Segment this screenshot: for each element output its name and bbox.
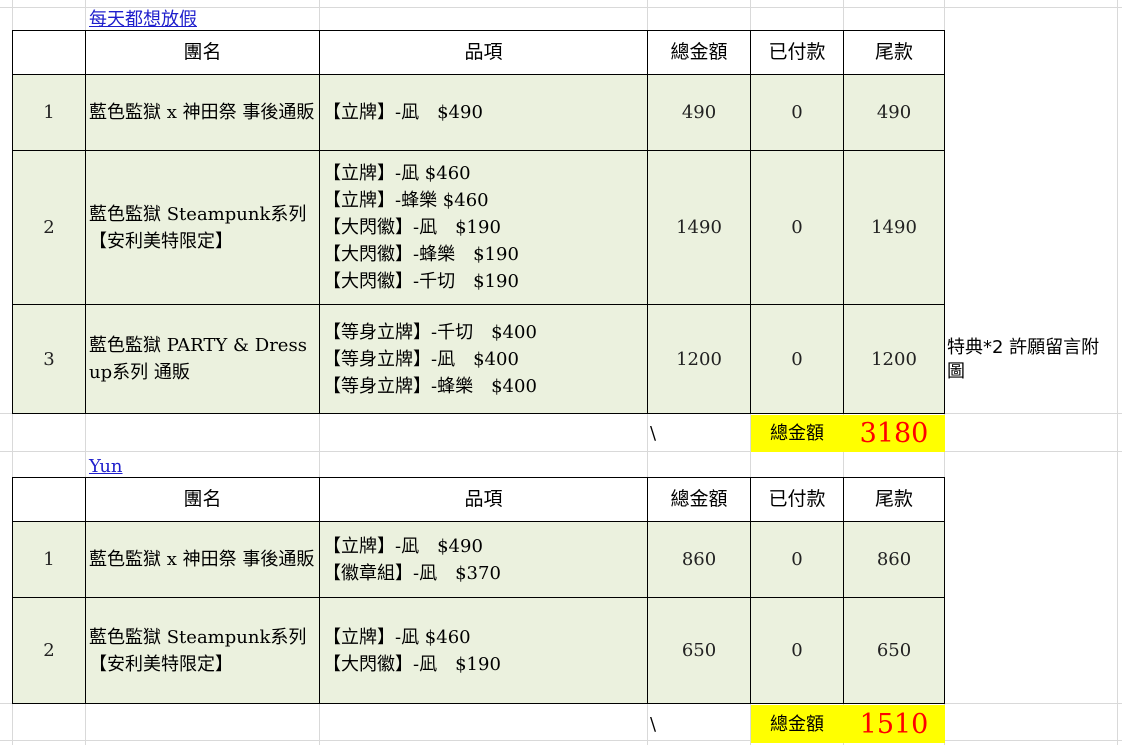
table2-header-items[interactable]: 品項 xyxy=(319,477,648,522)
table1-row1-balance[interactable]: 490 xyxy=(843,74,945,151)
table1-header-balance[interactable]: 尾款 xyxy=(843,30,945,75)
table1-header-items[interactable]: 品項 xyxy=(319,30,648,75)
table1-row3-note[interactable]: 特典*2 許願留言附圖 xyxy=(947,336,1117,392)
table2-header-balance[interactable]: 尾款 xyxy=(843,477,945,522)
table1-total-label[interactable]: 總金額 xyxy=(751,415,843,452)
item-line: 【立牌】-凪 $490 xyxy=(323,535,483,557)
table1-row2-items[interactable]: 【立牌】-凪 $460 【立牌】-蜂樂 $460 【大閃徽】-凪 $190 【大… xyxy=(319,150,648,305)
item-line: 【大閃徽】-蜂樂 $190 xyxy=(323,244,519,265)
table2-row1-items[interactable]: 【立牌】-凪 $490 【徽章組】-凪 $370 xyxy=(319,521,648,598)
table1-header-no[interactable] xyxy=(12,30,86,75)
table1-row1-items[interactable]: 【立牌】-凪 $490 xyxy=(319,74,648,151)
table2-row2-no[interactable]: 2 xyxy=(12,597,86,704)
item-line: 【立牌】-凪 $460 xyxy=(323,626,471,648)
table1-row3-paid[interactable]: 0 xyxy=(750,304,844,414)
item-line: 【立牌】-凪 $460 xyxy=(323,163,471,184)
table1-header-group[interactable]: 團名 xyxy=(85,30,320,75)
item-line: 【等身立牌】-蜂樂 $400 xyxy=(323,375,537,397)
item-line: 【大閃徽】-凪 $190 xyxy=(323,217,501,238)
table1-row3-total[interactable]: 1200 xyxy=(647,304,751,414)
table2-header-group[interactable]: 團名 xyxy=(85,477,320,522)
table1-row1-no[interactable]: 1 xyxy=(12,74,86,151)
table1-total-value[interactable]: 3180 xyxy=(843,415,945,452)
table2-row1-total[interactable]: 860 xyxy=(647,521,751,598)
table2-row1-balance[interactable]: 860 xyxy=(843,521,945,598)
table1-row2-no[interactable]: 2 xyxy=(12,150,86,305)
table2-header-total[interactable]: 總金額 xyxy=(647,477,751,522)
table1-header-total[interactable]: 總金額 xyxy=(647,30,751,75)
item-line: 【等身立牌】-凪 $400 xyxy=(323,348,519,370)
table1-row1-group[interactable]: 藍色監獄 x 神田祭 事後通販 xyxy=(85,74,320,151)
table1-row3-items[interactable]: 【等身立牌】-千切 $400 【等身立牌】-凪 $400 【等身立牌】-蜂樂 $… xyxy=(319,304,648,414)
item-line: 【大閃徽】-凪 $190 xyxy=(323,653,501,675)
table2-row2-paid[interactable]: 0 xyxy=(750,597,844,704)
table1-row3-no[interactable]: 3 xyxy=(12,304,86,414)
table1-row3-group[interactable]: 藍色監獄 PARTY & Dress up系列 通販 xyxy=(85,304,320,414)
table2-row2-total[interactable]: 650 xyxy=(647,597,751,704)
table2-row1-paid[interactable]: 0 xyxy=(750,521,844,598)
table1-row2-paid[interactable]: 0 xyxy=(750,150,844,305)
table1-row1-paid[interactable]: 0 xyxy=(750,74,844,151)
table2-backslash[interactable]: \ xyxy=(647,709,677,739)
table2-header-no[interactable] xyxy=(12,477,86,522)
table2-row1-group[interactable]: 藍色監獄 x 神田祭 事後通販 xyxy=(85,521,320,598)
table1-row1-total[interactable]: 490 xyxy=(647,74,751,151)
table2-row2-group[interactable]: 藍色監獄 Steampunk系列【安利美特限定】 xyxy=(85,597,320,704)
table1-row2-total[interactable]: 1490 xyxy=(647,150,751,305)
table1-row2-balance[interactable]: 1490 xyxy=(843,150,945,305)
item-line: 【等身立牌】-千切 $400 xyxy=(323,321,537,343)
table2-row2-balance[interactable]: 650 xyxy=(843,597,945,704)
table1-backslash[interactable]: \ xyxy=(647,418,677,448)
table2-row2-items[interactable]: 【立牌】-凪 $460 【大閃徽】-凪 $190 xyxy=(319,597,648,704)
table2-title-link[interactable]: Yun xyxy=(86,454,320,478)
table1-title-link[interactable]: 每天都想放假 xyxy=(86,7,320,31)
table2-total-label[interactable]: 總金額 xyxy=(751,705,843,743)
item-line: 【徽章組】-凪 $370 xyxy=(323,562,501,584)
table2-total-value[interactable]: 1510 xyxy=(843,705,945,743)
table1-header-paid[interactable]: 已付款 xyxy=(750,30,844,75)
table2-header-paid[interactable]: 已付款 xyxy=(750,477,844,522)
item-line: 【大閃徽】-千切 $190 xyxy=(323,271,519,292)
item-line: 【立牌】-凪 $490 xyxy=(323,102,483,123)
table1-row3-balance[interactable]: 1200 xyxy=(843,304,945,414)
table1-row2-group[interactable]: 藍色監獄 Steampunk系列【安利美特限定】 xyxy=(85,150,320,305)
table2-row1-no[interactable]: 1 xyxy=(12,521,86,598)
item-line: 【立牌】-蜂樂 $460 xyxy=(323,190,489,211)
